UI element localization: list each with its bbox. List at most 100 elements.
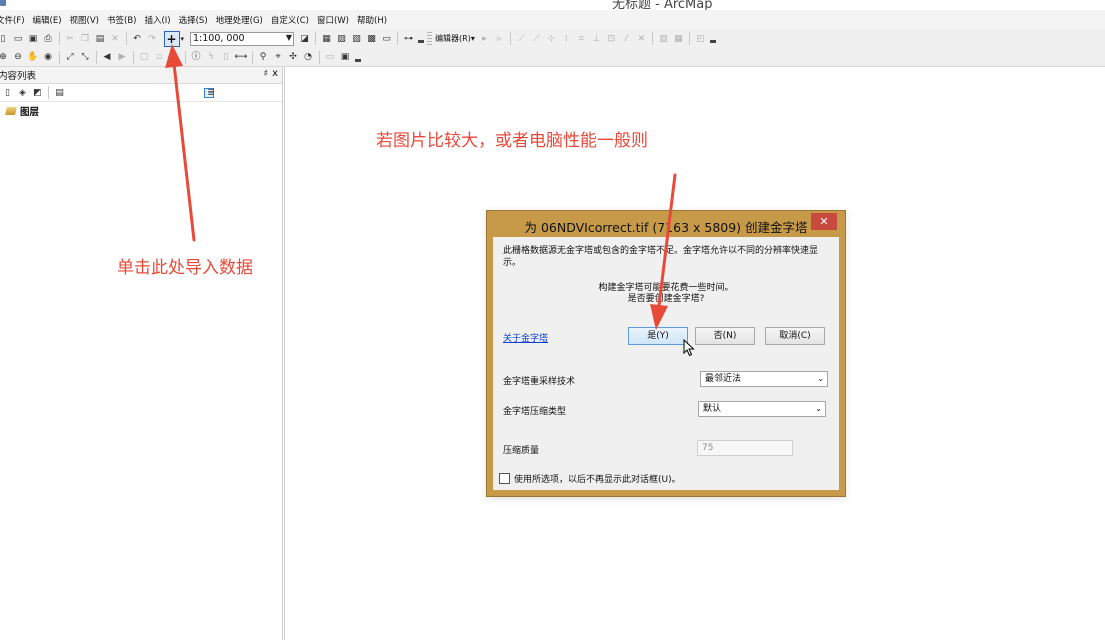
select-elements-arrow-icon[interactable]: ➤: [168, 51, 180, 63]
layout-view-icon[interactable]: ▣: [339, 51, 351, 63]
compression-value: 默认: [703, 404, 722, 414]
straight-segment-icon[interactable]: ⟋: [515, 33, 527, 45]
chevron-down-icon: ⌄: [815, 404, 822, 413]
toolbar-separator: [48, 86, 49, 99]
time-slider-icon[interactable]: ◔: [302, 51, 314, 63]
copy-icon[interactable]: ❐: [79, 33, 91, 45]
find-binoculars-icon[interactable]: ⚲: [257, 51, 269, 63]
menu-selection[interactable]: 选择(S): [179, 14, 214, 26]
full-extent-globe-icon[interactable]: ◉: [42, 51, 54, 63]
about-pyramids-link[interactable]: 关于金字塔: [503, 331, 548, 344]
split-icon[interactable]: ⁞: [560, 33, 572, 45]
measure-icon[interactable]: ⟷: [235, 51, 248, 63]
zoom-in-icon[interactable]: ⊕: [0, 51, 9, 63]
yes-button[interactable]: 是(Y): [628, 327, 688, 345]
edit-tool-icon[interactable]: ▸: [478, 33, 490, 45]
clear-selection-icon[interactable]: ▫: [153, 51, 165, 63]
close-icon[interactable]: x: [272, 68, 278, 79]
rotate-icon[interactable]: ⊡: [605, 33, 617, 45]
list-by-drawing-order-icon[interactable]: ≣: [204, 87, 215, 98]
html-popup-icon[interactable]: ▯: [220, 51, 232, 63]
arcmap-app-icon: [0, 0, 6, 6]
find-route-icon[interactable]: ⌖: [272, 51, 284, 63]
save-icon[interactable]: ▣: [27, 33, 39, 45]
toc-options-icon[interactable]: ▤: [54, 87, 65, 99]
dont-show-again-row: 使用所选项，以后不再显示此对话框(U)。: [499, 472, 681, 485]
layers-icon: [5, 107, 17, 115]
menu-geoprocessing[interactable]: 地理处理(G): [216, 14, 269, 26]
cut-icon[interactable]: ✂: [64, 33, 76, 45]
model-builder-icon[interactable]: ⊶: [403, 33, 415, 45]
toolbar-overflow-icon[interactable]: [417, 34, 425, 43]
menu-view[interactable]: 视图(V): [70, 14, 105, 26]
zoom-out-icon[interactable]: ⊖: [12, 51, 24, 63]
reshape-icon[interactable]: ⊥: [590, 33, 602, 45]
menu-file[interactable]: 文件(F): [0, 14, 31, 26]
hyperlink-icon[interactable]: ϟ: [205, 51, 217, 63]
no-button[interactable]: 否(N): [695, 327, 755, 345]
add-data-button[interactable]: +: [163, 30, 180, 47]
toolbar-separator: [315, 32, 317, 45]
editor-toolbar-icon[interactable]: ◪: [299, 33, 311, 45]
pin-icon[interactable]: ♯: [264, 69, 268, 79]
dialog-title: 为 06NDVIcorrect.tif (7163 x 5809) 创建金字塔: [524, 220, 808, 235]
forward-arrow-icon[interactable]: ▶: [116, 51, 128, 63]
toolbar-grip: [427, 32, 433, 45]
select-features-icon[interactable]: ▢: [138, 51, 150, 63]
paste-icon[interactable]: ▤: [94, 33, 106, 45]
toc-header: 内容列表 ♯ x: [0, 67, 282, 84]
menu-edit[interactable]: 编辑(E): [33, 14, 68, 26]
open-folder-icon[interactable]: ▭: [12, 33, 24, 45]
arctoolbox-icon[interactable]: ▩: [366, 33, 378, 45]
redo-icon[interactable]: ↷: [146, 33, 158, 45]
sketch-properties-icon[interactable]: ▦: [672, 33, 684, 45]
fixed-zoom-out-icon[interactable]: ⤡: [79, 51, 91, 63]
resample-select[interactable]: 最邻近法 ⌄: [700, 371, 828, 387]
list-by-source-icon[interactable]: ▯: [2, 87, 13, 99]
toolbar-separator: [509, 32, 511, 45]
edit-annotation-icon[interactable]: ▹: [493, 33, 505, 45]
attributes-icon[interactable]: ▥: [657, 33, 669, 45]
resample-value: 最邻近法: [705, 374, 742, 384]
toolbar-overflow-icon[interactable]: [709, 34, 717, 43]
list-by-visibility-icon[interactable]: ◈: [17, 87, 28, 99]
back-arrow-icon[interactable]: ◀: [101, 51, 113, 63]
split-tool-icon[interactable]: ⁄: [620, 33, 632, 45]
menu-windows[interactable]: 窗口(W): [317, 14, 355, 26]
fixed-zoom-in-icon[interactable]: ⤢: [64, 51, 76, 63]
identify-icon[interactable]: ⓘ: [190, 51, 202, 63]
menu-customize[interactable]: 自定义(C): [271, 14, 315, 26]
compression-label: 金字塔压缩类型: [503, 407, 567, 417]
map-scale-combobox[interactable]: 1:100, 000 ▼: [190, 31, 295, 46]
new-document-icon[interactable]: ▯: [0, 33, 9, 45]
build-pyramids-dialog: 为 06NDVIcorrect.tif (7163 x 5809) 创建金字塔 …: [487, 211, 845, 496]
list-by-selection-icon[interactable]: ◩: [32, 87, 43, 99]
python-window-icon[interactable]: ▭: [381, 33, 393, 45]
toolbar-overflow-icon[interactable]: [354, 53, 362, 62]
editor-menu[interactable]: 编辑器(R)▾: [435, 33, 475, 44]
dont-show-again-checkbox[interactable]: [499, 473, 510, 484]
menu-bookmarks[interactable]: 书签(B): [107, 14, 142, 26]
print-icon[interactable]: ⎙: [42, 33, 54, 45]
create-features-icon[interactable]: ◰: [694, 33, 706, 45]
undo-icon[interactable]: ↶: [131, 33, 143, 45]
create-viewer-window-icon[interactable]: ▭: [324, 51, 336, 63]
layers-item[interactable]: 图层: [0, 104, 282, 118]
catalog-window-icon[interactable]: ▨: [336, 33, 348, 45]
table-of-contents-icon[interactable]: ▦: [321, 33, 333, 45]
delete-icon[interactable]: ✕: [109, 33, 121, 45]
point-icon[interactable]: ⊹: [545, 33, 557, 45]
cancel-button[interactable]: 取消(C): [765, 327, 825, 345]
add-data-dropdown-icon[interactable]: ▾: [181, 35, 185, 43]
cut-polygon-icon[interactable]: ⌗: [575, 33, 587, 45]
search-window-icon[interactable]: ▧: [351, 33, 363, 45]
compression-select[interactable]: 默认 ⌄: [698, 401, 826, 417]
pan-hand-icon[interactable]: ✋: [27, 51, 39, 63]
quality-input[interactable]: 75: [697, 440, 793, 456]
trace-icon[interactable]: ⟋: [530, 33, 542, 45]
edit-vertices-icon[interactable]: ✕: [635, 33, 647, 45]
go-to-xy-icon[interactable]: ✣: [287, 51, 299, 63]
dialog-close-button[interactable]: ✕: [811, 213, 837, 230]
menu-help[interactable]: 帮助(H): [357, 14, 393, 26]
menu-insert[interactable]: 插入(I): [144, 14, 176, 26]
